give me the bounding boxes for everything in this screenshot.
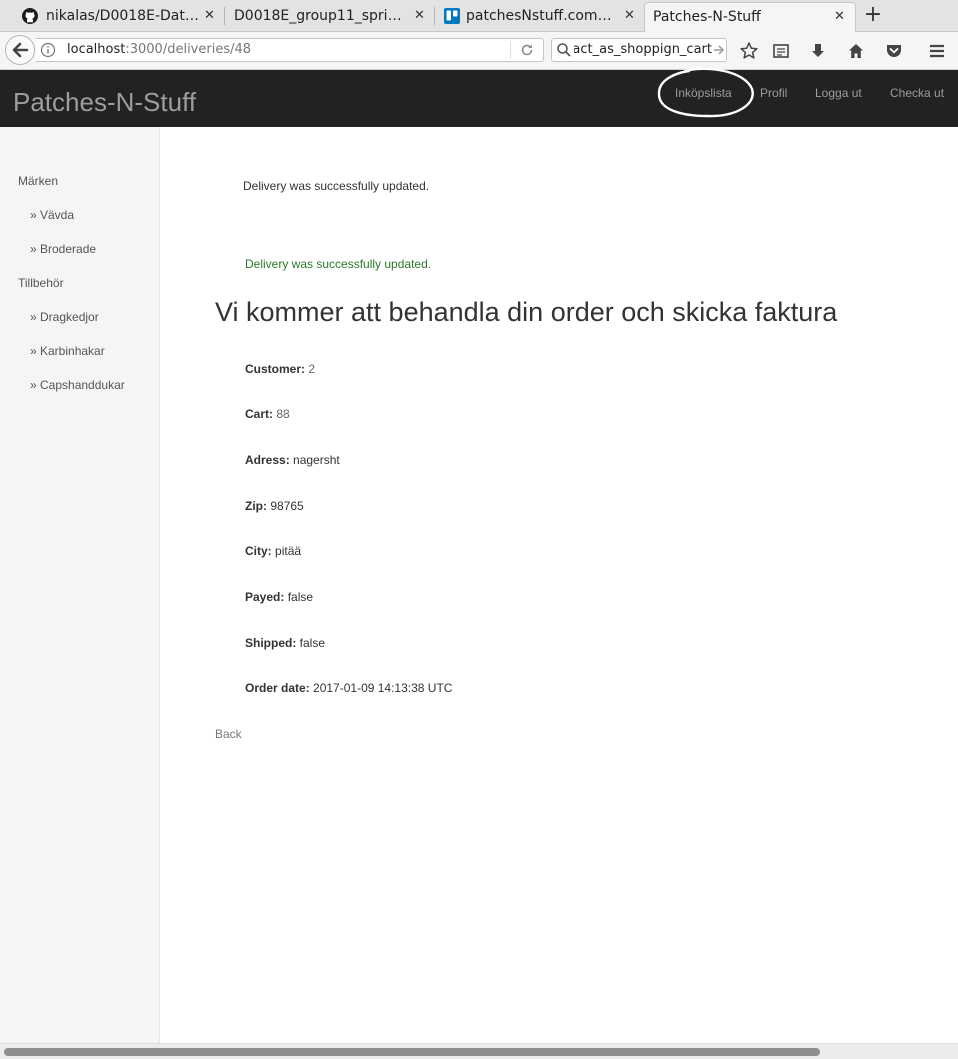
search-input[interactable]: act_as_shoppign_cart [574, 42, 712, 57]
field-label: City: [245, 544, 272, 558]
nav-checkout[interactable]: Checka ut [890, 86, 944, 100]
back-button[interactable] [5, 35, 35, 65]
browser-tab-strip: nikalas/D0018E-Datab… ✕ D0018E_group11_s… [0, 0, 958, 32]
search-field[interactable]: act_as_shoppign_cart [551, 38, 727, 62]
github-icon [22, 8, 38, 24]
tab-title: D0018E_group11_sprint4… [234, 8, 409, 24]
browser-toolbar: localhost:3000/deliveries/48 act_as_shop… [0, 32, 958, 70]
field-label: Zip: [245, 499, 267, 513]
url-bar[interactable]: localhost:3000/deliveries/48 [36, 38, 544, 62]
field-label: Cart: [245, 407, 274, 421]
site-navbar: Patches-N-Stuff Inköpslista Profil Logga… [0, 70, 958, 127]
field-label: Customer: [245, 362, 306, 376]
url-divider [510, 41, 511, 59]
tab-title: Patches-N-Stuff [653, 9, 761, 25]
page-title: Vi kommer att behandla din order och ski… [215, 297, 838, 327]
scrollbar-thumb[interactable] [4, 1048, 820, 1056]
pocket-icon[interactable] [884, 41, 904, 61]
close-icon[interactable]: ✕ [204, 2, 215, 30]
arrow-left-icon [12, 42, 29, 58]
field-value: 2 [308, 362, 316, 376]
back-link[interactable]: Back [215, 727, 242, 741]
field-order-date: Order date: 2017-01-09 14:13:38 UTC [245, 681, 452, 695]
field-zip: Zip: 98765 [245, 499, 304, 513]
field-customer: Customer: 2 [245, 362, 315, 376]
field-city: City: pitää [245, 544, 301, 558]
field-value: 98765 [270, 499, 304, 513]
close-icon[interactable]: ✕ [414, 2, 425, 30]
sidebar-item-dragkedjor[interactable]: » Dragkedjor [30, 310, 99, 324]
close-icon[interactable]: ✕ [834, 3, 845, 31]
close-icon[interactable]: ✕ [624, 2, 635, 30]
field-value: pitää [275, 544, 302, 558]
browser-tab-active[interactable]: Patches-N-Stuff ✕ [644, 2, 856, 32]
field-label: Shipped: [245, 636, 297, 650]
search-icon [557, 43, 571, 57]
sidebar-category-marken[interactable]: Märken [18, 174, 58, 188]
sidebar-item-capshanddukar[interactable]: » Capshanddukar [30, 378, 125, 392]
sidebar-item-vavda[interactable]: » Vävda [30, 208, 74, 222]
field-value: nagersht [293, 453, 340, 467]
field-value: 88 [276, 407, 290, 421]
browser-tab-github[interactable]: nikalas/D0018E-Datab… ✕ [22, 2, 222, 32]
field-payed: Payed: false [245, 590, 313, 604]
download-icon[interactable] [808, 41, 828, 61]
url-host: localhost [67, 42, 126, 57]
field-cart: Cart: 88 [245, 407, 290, 421]
tab-separator [434, 7, 435, 25]
field-label: Payed: [245, 590, 285, 604]
info-icon[interactable] [40, 42, 56, 58]
url-path: :3000/deliveries/48 [125, 42, 252, 57]
notice-message: Delivery was successfully updated. [243, 179, 430, 193]
field-shipped: Shipped: false [245, 636, 325, 650]
field-adress: Adress: nagersht [245, 453, 340, 467]
trello-icon [444, 8, 460, 24]
nav-shopping-list[interactable]: Inköpslista [675, 86, 732, 100]
field-value: 2017-01-09 14:13:38 UTC [313, 681, 453, 695]
arrow-right-icon[interactable] [712, 42, 726, 58]
browser-tab-trello[interactable]: patchesNstuff.com | … ✕ [444, 2, 644, 32]
reload-icon[interactable] [519, 42, 535, 58]
menu-icon[interactable] [927, 41, 947, 61]
tab-title: nikalas/D0018E-Datab… [46, 8, 201, 24]
field-label: Order date: [245, 681, 310, 695]
browser-tab-sprint[interactable]: D0018E_group11_sprint4… ✕ [226, 2, 432, 32]
tab-title: patchesNstuff.com | … [466, 8, 616, 24]
sidebar: Märken » Vävda » Broderade Tillbehör » D… [0, 127, 160, 1043]
brand-logo-link[interactable]: Patches-N-Stuff [13, 87, 196, 118]
horizontal-scrollbar[interactable] [0, 1043, 958, 1059]
bookmark-star-icon[interactable] [739, 41, 759, 61]
main-content: Delivery was successfully updated. Deliv… [160, 127, 958, 1043]
field-label: Adress: [245, 453, 290, 467]
home-icon[interactable] [846, 41, 866, 61]
new-tab-button[interactable]: + [862, 2, 884, 30]
sidebar-item-broderade[interactable]: » Broderade [30, 242, 96, 256]
success-flash-message: Delivery was successfully updated. [245, 257, 432, 271]
reading-list-icon[interactable] [771, 41, 791, 61]
sidebar-category-tillbehor[interactable]: Tillbehör [18, 276, 64, 290]
url-text[interactable]: localhost:3000/deliveries/48 [67, 42, 251, 57]
field-value: false [299, 636, 326, 650]
nav-profile[interactable]: Profil [760, 86, 787, 100]
nav-logout[interactable]: Logga ut [815, 86, 862, 100]
field-value: false [287, 590, 314, 604]
tab-separator [224, 7, 225, 25]
sidebar-item-karbinhakar[interactable]: » Karbinhakar [30, 344, 105, 358]
